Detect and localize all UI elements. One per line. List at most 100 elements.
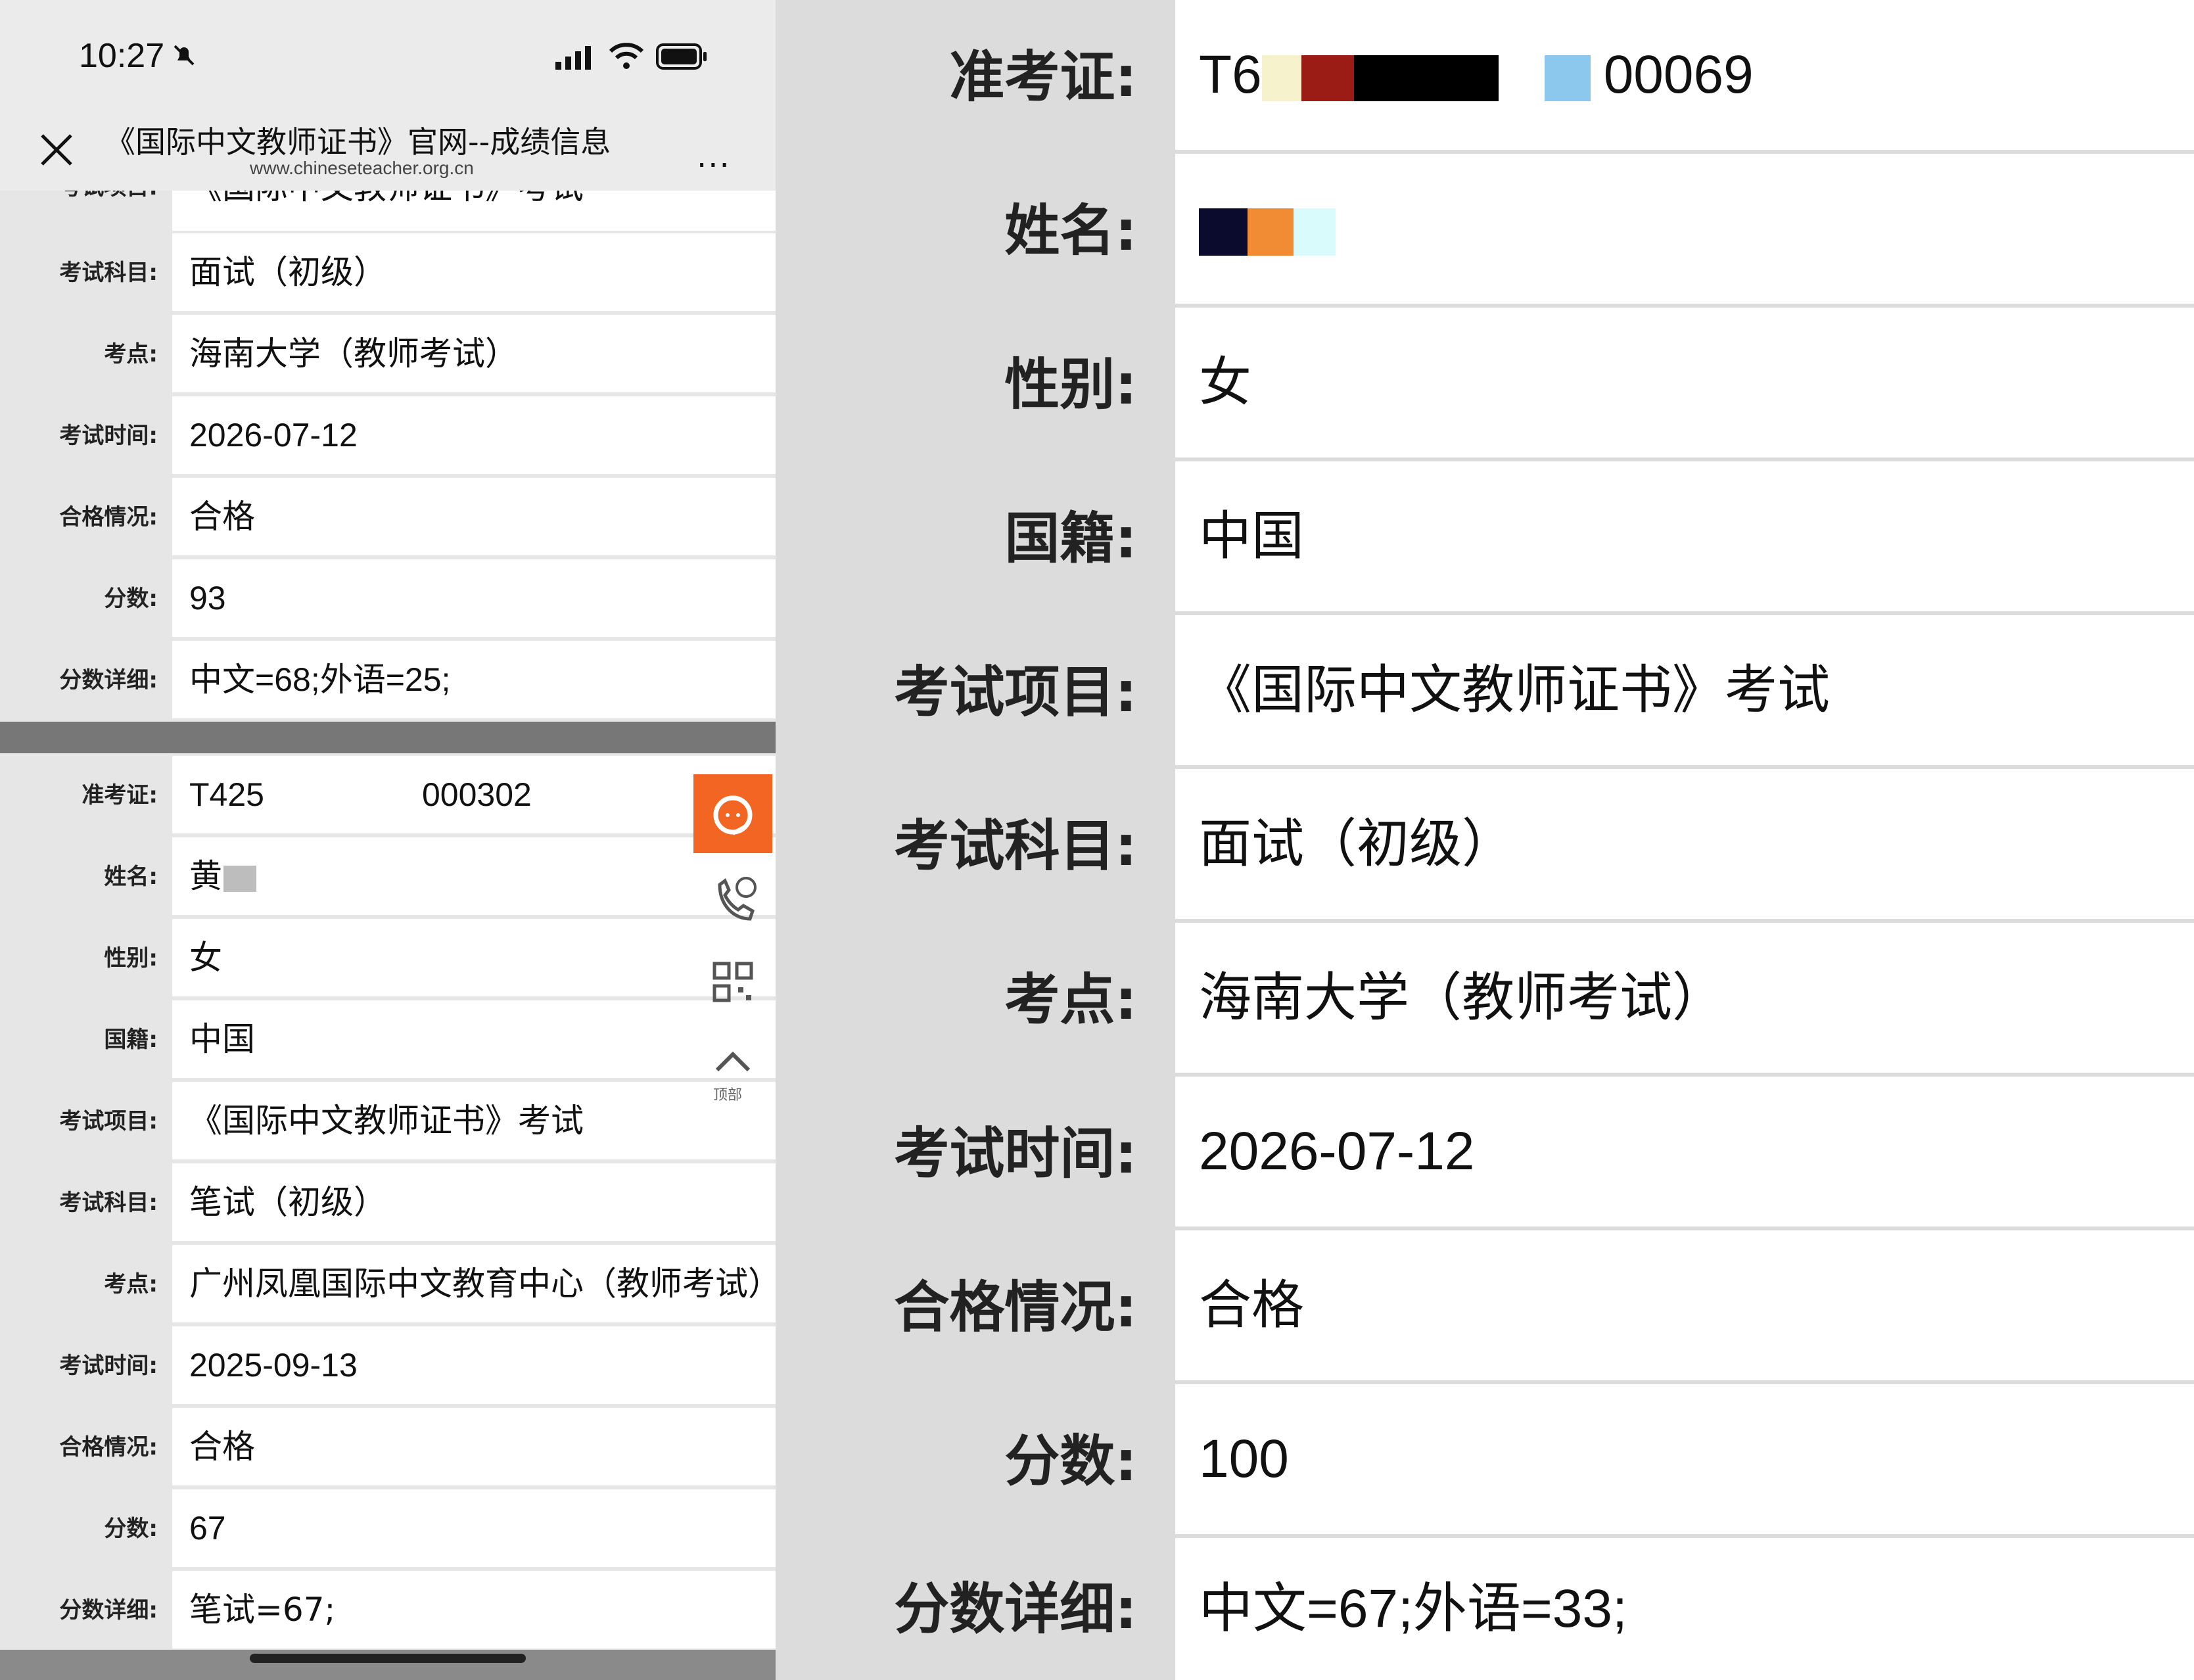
zoom-field-label: 性别: [1004,352,1137,417]
field-value: 《国际中文教师证书》考试 [172,1082,776,1159]
zoom-field-label: 考试项目: [894,660,1137,724]
wifi-icon [609,43,644,69]
redaction-block [1353,55,1499,102]
page-url: www.chineseteacher.org.cn [250,158,474,178]
zoom-field-label: 考试科目: [894,814,1137,878]
field-value: 广州凤凰国际中文教育中心（教师考试） [172,1245,776,1322]
field-label: 考点: [104,1271,158,1297]
zoom-field-value: 100 [1175,1384,2194,1534]
zoom-field-value: T6 00069 [1175,0,2194,150]
zoom-field-value [1175,154,2194,304]
record-row: 国籍: 中国 [0,1000,776,1082]
zoom-row: 准考证: T6 00069 [776,0,2194,154]
redaction-block [264,777,422,817]
record-row: 分数详细: 笔试=67; [0,1571,776,1652]
field-label: 国籍: [104,1027,158,1053]
field-label: 合格情况: [59,504,158,530]
record-row: 考点: 广州凤凰国际中文教育中心（教师考试） [0,1245,776,1326]
field-label: 准考证: [82,782,158,808]
phone-icon [718,877,757,921]
ticket-prefix: T6 [1199,45,1262,105]
zoom-field-value: 《国际中文教师证书》考试 [1175,615,2194,765]
field-label: 考试科目: [59,260,158,286]
back-to-top-label: 顶部 [713,1087,743,1104]
redaction-block [223,865,256,892]
redaction-block [1544,55,1591,102]
record-divider [0,722,776,753]
zoom-row: 合格情况: 合格 [776,1230,2194,1384]
record-row: 姓名: 黄 [0,837,776,919]
zoom-field-value: 合格 [1175,1230,2194,1380]
record-row: 分数: 67 [0,1489,776,1571]
screenshot-root: 考试项目: 《国际中文教师证书》考试 考试科目: 面试（初级） 考点: 海南大学… [0,0,2194,1680]
field-label: 考试时间: [59,1353,158,1379]
redaction-block [1590,55,1604,102]
battery-icon [656,43,707,70]
field-value: 中国 [172,1000,776,1078]
field-label: 考点: [104,341,158,367]
field-label: 姓名: [104,864,158,890]
redaction-block [1498,55,1545,102]
zoom-field-value: 中国 [1175,461,2194,611]
phone-screen: 考试项目: 《国际中文教师证书》考试 考试科目: 面试（初级） 考点: 海南大学… [0,0,776,1680]
back-to-top-button[interactable]: 顶部 [693,1024,772,1109]
zoom-field-value: 海南大学（教师考试） [1175,923,2194,1073]
field-label: 分数: [104,1516,158,1542]
record-row: 考试科目: 笔试（初级） [0,1163,776,1245]
field-label: 分数详细: [59,1597,158,1623]
floating-toolbar: 顶部 [693,774,772,1109]
qr-code-button[interactable] [693,939,772,1024]
record-row: 合格情况: 合格 [0,1408,776,1489]
zoom-field-label: 姓名: [1004,198,1137,263]
field-value: 笔试（初级） [172,1163,776,1241]
field-value: 女 [172,919,776,996]
field-value: 67 [172,1489,776,1567]
zoom-row: 考试项目: 《国际中文教师证书》考试 [776,615,2194,769]
signal-icon [555,46,591,70]
zoom-field-label: 分数: [1004,1429,1137,1493]
field-label: 考试时间: [59,423,158,449]
bell-muted-icon [174,45,195,66]
field-value: 中文=68;外语=25; [172,641,776,718]
phone-call-button[interactable] [693,853,772,939]
ticket-suffix: 000302 [421,776,532,813]
page-title: 《国际中文教师证书》官网--成绩信息 [105,124,611,160]
zoom-field-label: 国籍: [1004,506,1137,571]
record-row: 考试项目: 《国际中文教师证书》考试 [0,1082,776,1163]
ticket-prefix: T425 [189,776,264,813]
zoom-field-value: 面试（初级） [1175,769,2194,919]
zoom-row: 分数: 100 [776,1384,2194,1538]
field-value: 2026-07-12 [172,396,776,474]
field-label: 考试项目: [59,1108,158,1134]
zoomed-record: 准考证: T6 00069 姓名: 性别: 女 国籍: 中国 考试项目: 《国际中… [776,0,2194,1680]
home-indicator [250,1654,526,1663]
status-time: 10:27 [79,37,165,75]
zoom-row: 性别: 女 [776,308,2194,461]
score-record-2: 准考证: T425 000302 姓名: 黄 性别: 女 国籍: 中国 考试项目: [0,756,776,1652]
qr-code-icon [712,962,753,1002]
redaction-block [1261,55,1301,102]
field-label: 分数: [104,586,158,612]
record-row: 考试时间: 2025-09-13 [0,1326,776,1408]
field-value: 面试（初级） [172,233,776,311]
zoom-field-value: 女 [1175,308,2194,457]
record-row: 考试时间: 2026-07-12 [0,396,776,478]
zoom-field-label: 分数详细: [894,1577,1137,1641]
close-icon[interactable] [38,131,75,168]
zoom-field-label: 准考证: [949,45,1137,109]
score-record-1: 考试项目: 《国际中文教师证书》考试 考试科目: 面试（初级） 考点: 海南大学… [0,168,776,722]
name-partial: 黄 [189,857,222,895]
field-value: 合格 [172,478,776,555]
zoom-field-value: 中文=67;外语=33; [1175,1538,2194,1680]
field-value: 合格 [172,1408,776,1485]
redaction-block [1199,208,1248,256]
ticket-suffix: 00069 [1603,45,1754,105]
status-bar: 10:27 [0,0,776,112]
record-row: 准考证: T425 000302 [0,756,776,837]
headset-icon [713,795,753,835]
field-label: 合格情况: [59,1434,158,1460]
field-label: 性别: [104,945,158,971]
record-row: 考点: 海南大学（教师考试） [0,315,776,396]
customer-service-button[interactable] [693,774,772,853]
more-options-button[interactable]: ... [697,138,731,175]
